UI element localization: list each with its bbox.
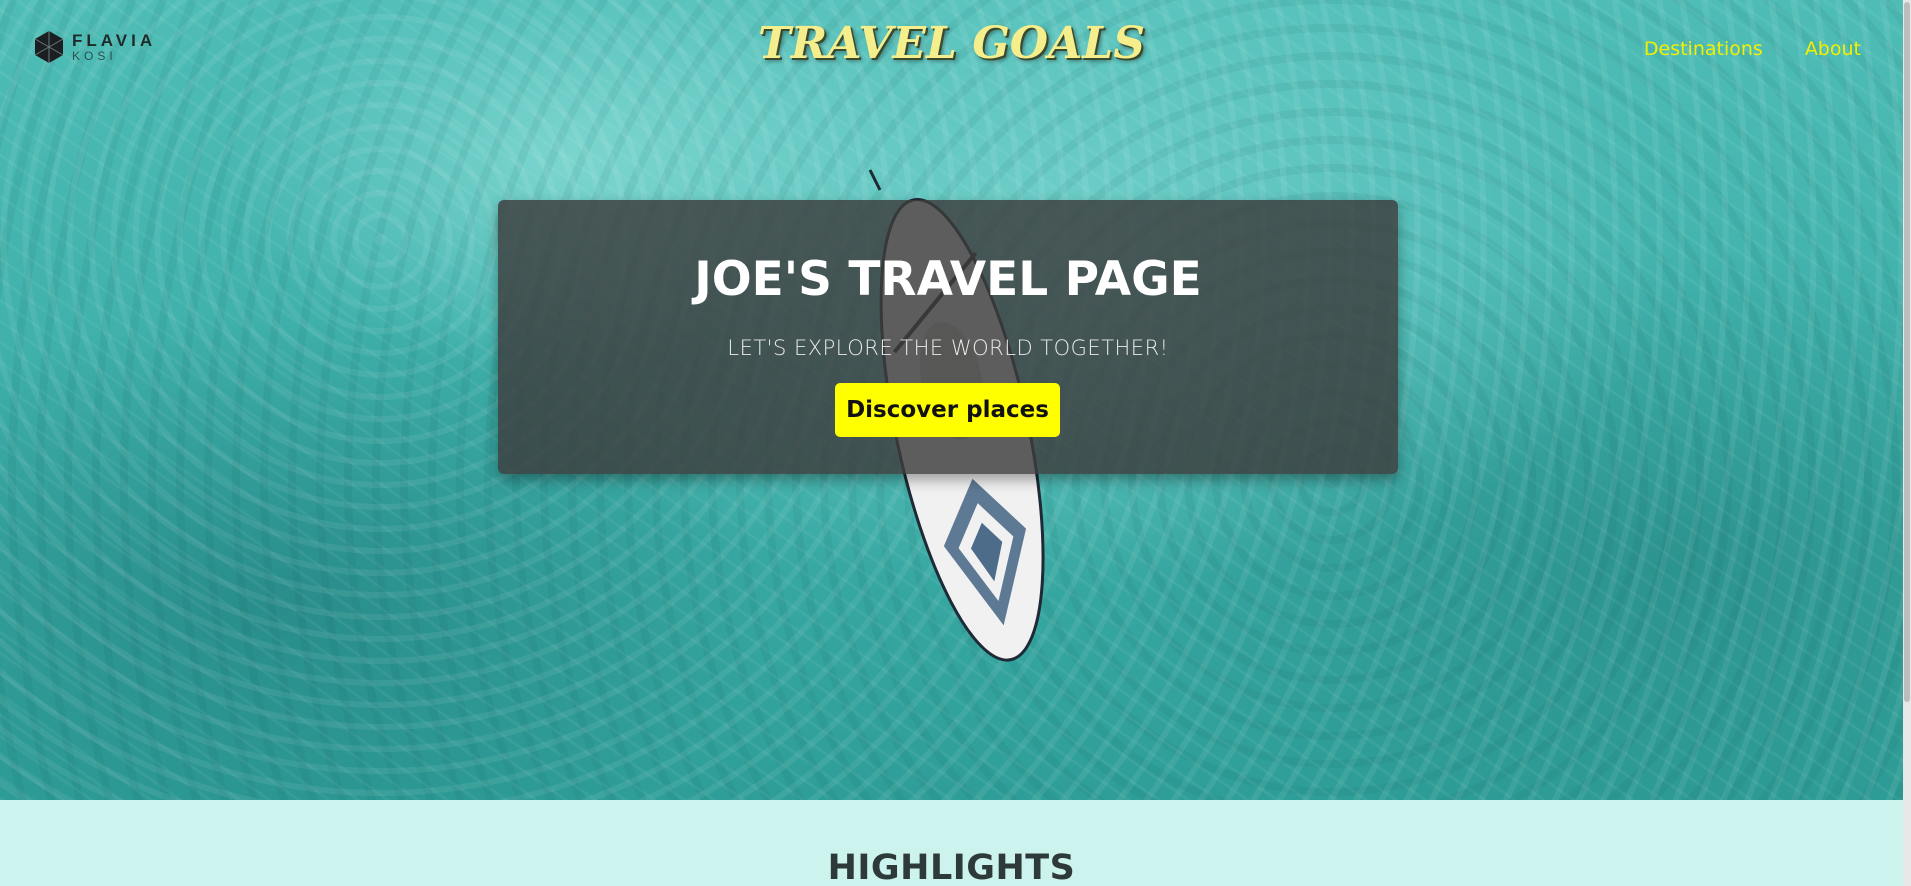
scrollbar-thumb[interactable]: [1904, 2, 1910, 702]
highlights-heading: HIGHLIGHTS: [827, 848, 1076, 886]
hero-subheading: LET'S EXPLORE THE WORLD TOGETHER!: [727, 336, 1169, 360]
site-title[interactable]: TRAVEL GOALS: [0, 18, 1903, 69]
nav-link-about[interactable]: About: [1805, 38, 1861, 60]
hero-heading: JOE'S TRAVEL PAGE: [694, 252, 1202, 307]
discover-places-button[interactable]: Discover places: [835, 383, 1060, 437]
main-nav: Destinations About: [1644, 38, 1861, 60]
hero-card: JOE'S TRAVEL PAGE LET'S EXPLORE THE WORL…: [498, 200, 1398, 474]
nav-link-destinations[interactable]: Destinations: [1644, 38, 1763, 60]
page-scrollbar[interactable]: [1903, 0, 1911, 886]
